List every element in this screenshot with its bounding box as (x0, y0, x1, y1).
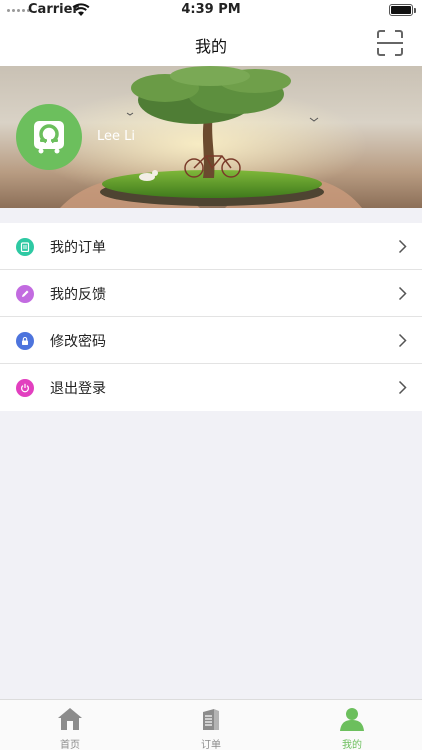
chevron-right-icon (398, 380, 407, 395)
lock-icon (16, 332, 34, 350)
menu-item-orders[interactable]: 我的订单 (0, 223, 422, 270)
avatar[interactable] (16, 104, 82, 170)
menu-item-label: 修改密码 (50, 334, 106, 350)
menu-item-change-password[interactable]: 修改密码 (0, 317, 422, 364)
user-icon (340, 708, 364, 731)
chevron-right-icon (398, 333, 407, 348)
tab-label: 订单 (201, 740, 221, 750)
tab-label: 我的 (342, 740, 362, 750)
page-title: 我的 (194, 37, 227, 56)
tab-orders[interactable]: 订单 (141, 700, 281, 750)
menu-list: 我的订单 我的反馈 修改密码 退出登录 (0, 223, 422, 411)
menu-item-feedback[interactable]: 我的反馈 (0, 270, 422, 317)
battery-icon (389, 4, 416, 16)
power-icon (16, 379, 34, 397)
profile-banner: Lee Li (0, 66, 422, 208)
navigation-bar: 我的 (0, 22, 422, 66)
status-bar: Carrier 4:39 PM (0, 0, 422, 22)
document-icon (203, 709, 219, 730)
chevron-right-icon (398, 286, 407, 301)
clock: 4:39 PM (181, 2, 241, 17)
menu-item-label: 我的订单 (50, 240, 106, 256)
tab-bar: 首页 订单 我的 (0, 699, 422, 750)
tab-label: 首页 (60, 740, 80, 750)
user-name: Lee Li (97, 129, 135, 144)
scan-button[interactable] (375, 28, 405, 58)
menu-item-logout[interactable]: 退出登录 (0, 364, 422, 411)
menu-item-label: 我的反馈 (50, 287, 106, 303)
tab-home[interactable]: 首页 (0, 700, 140, 750)
tab-me[interactable]: 我的 (282, 700, 422, 750)
home-icon (58, 708, 82, 730)
logo-icon (34, 121, 64, 154)
clipboard-icon (16, 238, 34, 256)
scan-icon (377, 30, 403, 56)
pencil-icon (16, 285, 34, 303)
menu-item-label: 退出登录 (50, 381, 106, 397)
chevron-right-icon (398, 239, 407, 254)
